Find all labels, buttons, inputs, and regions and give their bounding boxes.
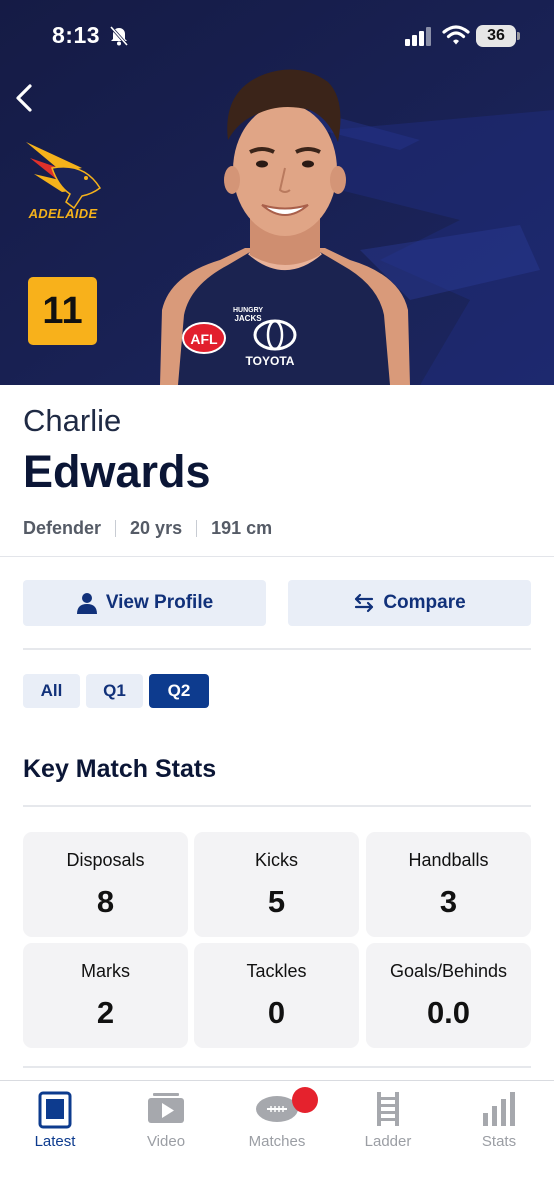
view-profile-label: View Profile [105, 592, 214, 613]
section-divider [0, 556, 554, 557]
svg-text:TOYOTA: TOYOTA [246, 354, 295, 368]
stat-label: Handballs [408, 850, 489, 870]
stat-value: 0 [267, 995, 286, 1030]
tab-label: Matches [248, 1133, 306, 1150]
status-time: 8:13 [52, 22, 101, 48]
bell-muted-icon [109, 26, 129, 46]
club-name: ADELAIDE [28, 206, 98, 221]
stat-label: Disposals [66, 850, 145, 870]
signal-icon [405, 27, 431, 46]
bar-chart-icon [483, 1092, 515, 1126]
stat-card-handballs: Handballs 3 [366, 832, 531, 937]
latest-icon [38, 1091, 72, 1129]
stat-label: Goals/Behinds [389, 961, 508, 981]
filter-q1-label: Q1 [103, 681, 126, 700]
filter-q2[interactable]: Q2 [149, 674, 209, 708]
ladder-icon [377, 1092, 399, 1126]
compare-arrows-icon [355, 593, 374, 613]
stat-value: 5 [267, 884, 286, 919]
filter-all[interactable]: All [23, 674, 80, 708]
battery-indicator: 36 [476, 25, 516, 47]
meta-separator [115, 520, 117, 537]
player-first-name: Charlie [23, 403, 122, 438]
filter-q2-label: Q2 [167, 681, 191, 700]
stat-card-goals-behinds: Goals/Behinds 0.0 [366, 943, 531, 1048]
stats-title-divider [23, 805, 531, 807]
stat-card-disposals: Disposals 8 [23, 832, 188, 937]
battery-tip [517, 32, 520, 40]
tab-latest[interactable]: Latest [0, 1081, 110, 1161]
tab-label: Stats [481, 1133, 517, 1150]
tab-label: Video [146, 1133, 186, 1150]
stat-label: Kicks [254, 850, 298, 870]
stat-label: Marks [81, 961, 130, 981]
player-photo: AFL TOYOTA HUNGRY JACKS [160, 69, 410, 385]
compare-label: Compare [383, 592, 466, 613]
stat-value: 0.0 [426, 995, 471, 1030]
stat-value: 8 [96, 884, 115, 919]
filter-all-label: All [40, 681, 63, 700]
player-last-name: Edwards [23, 446, 211, 497]
compare-button[interactable]: Compare [288, 580, 531, 626]
stat-value: 3 [439, 884, 458, 919]
stat-value: 2 [96, 995, 115, 1030]
svg-text:HUNGRY: HUNGRY [233, 307, 263, 314]
bottom-tab-bar: Latest Video Matches Ladder Stats [0, 1080, 554, 1199]
stat-card-marks: Marks 2 [23, 943, 188, 1048]
meta-separator [196, 520, 198, 537]
tab-video[interactable]: Video [111, 1081, 221, 1161]
player-meta: Defender 20 yrs 191 cm [23, 518, 272, 539]
video-icon [148, 1093, 184, 1123]
person-icon [76, 593, 97, 614]
wifi-icon [442, 25, 470, 45]
notification-badge [292, 1087, 318, 1113]
tab-label: Latest [34, 1133, 76, 1150]
player-age: 20 yrs [130, 518, 183, 538]
back-button[interactable] [8, 78, 40, 118]
stat-card-kicks: Kicks 5 [194, 832, 359, 937]
key-match-stats-title: Key Match Stats [23, 755, 217, 783]
stats-bottom-divider [23, 1066, 531, 1068]
player-height: 191 cm [211, 518, 273, 538]
stat-label: Tackles [246, 961, 307, 981]
tab-stats[interactable]: Stats [444, 1081, 554, 1161]
player-position: Defender [23, 518, 102, 538]
stat-card-tackles: Tackles 0 [194, 943, 359, 1048]
filter-divider [23, 648, 531, 650]
jersey-number-badge: 11 [28, 277, 97, 345]
svg-text:AFL: AFL [190, 331, 218, 347]
filter-q1[interactable]: Q1 [86, 674, 143, 708]
player-hero: 8:13 36 ADELAIDE 11 AFL TOYOTA HUNGRY JA… [0, 0, 554, 385]
svg-text:JACKS: JACKS [234, 314, 262, 323]
tab-label: Ladder [364, 1133, 412, 1150]
view-profile-button[interactable]: View Profile [23, 580, 266, 626]
tab-ladder[interactable]: Ladder [333, 1081, 443, 1161]
